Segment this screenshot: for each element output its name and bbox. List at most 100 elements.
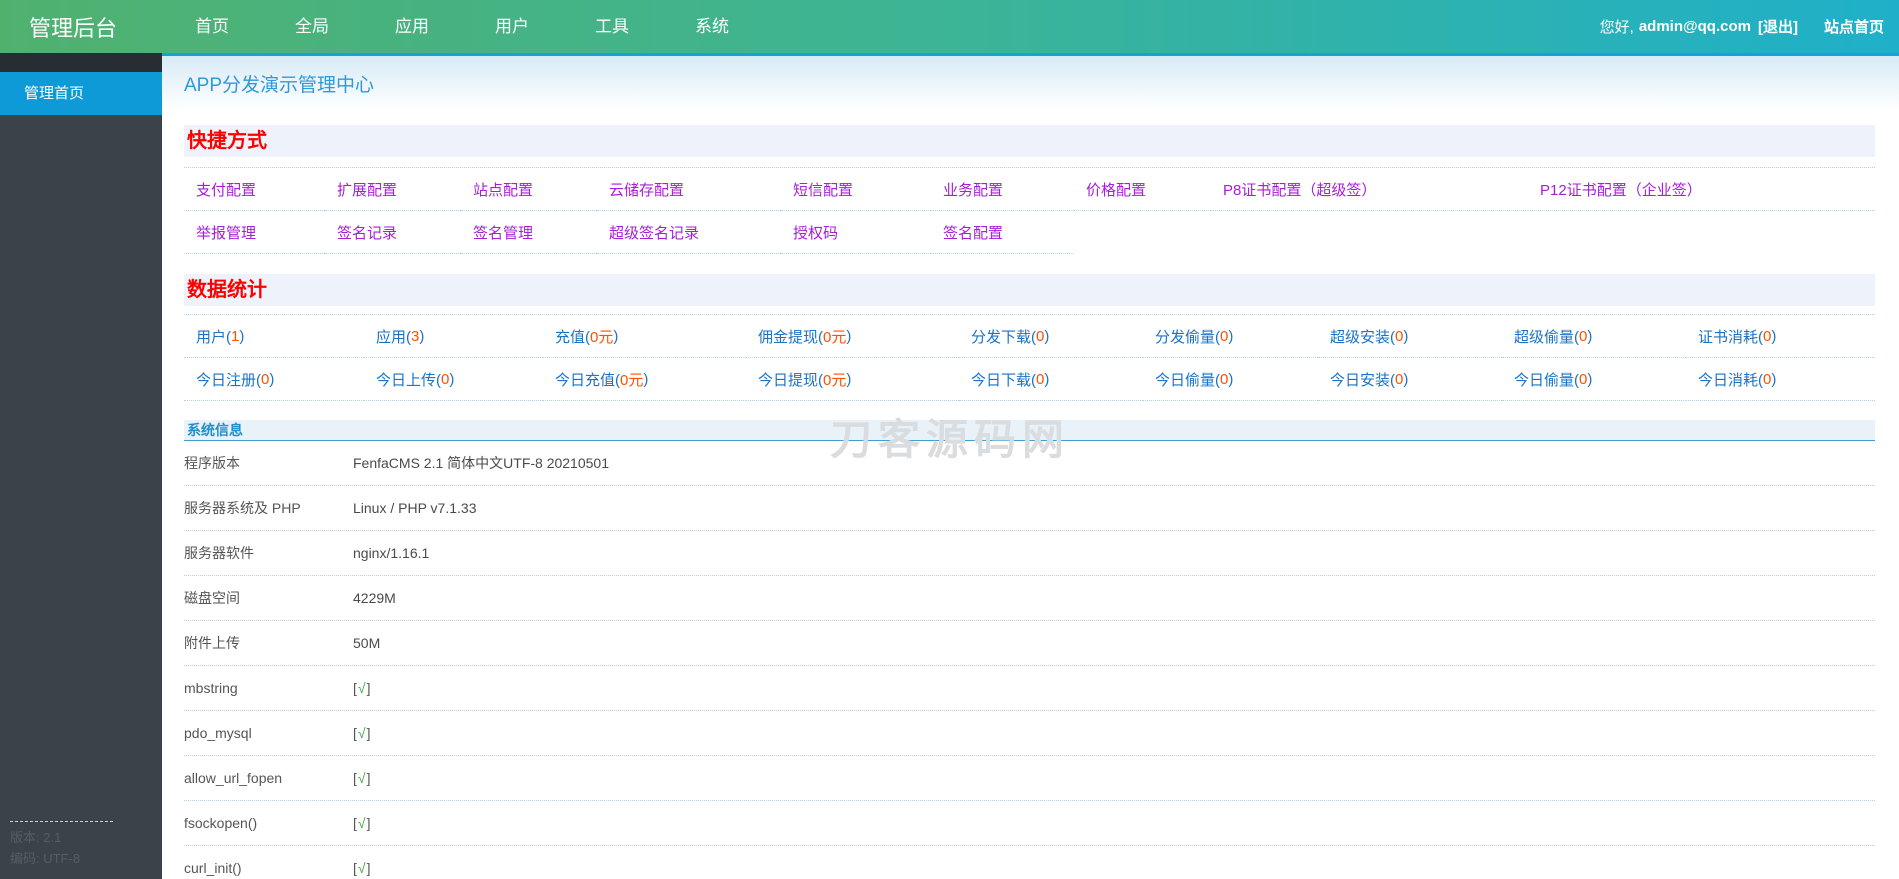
shortcut-link[interactable]: 签名记录 — [337, 222, 397, 243]
stat-label: 用户( — [196, 328, 231, 346]
stat-label: 充值( — [555, 328, 590, 346]
logout-link[interactable]: [退出] — [1758, 16, 1798, 37]
shortcut-cell: 站点配置 — [461, 168, 597, 211]
shortcut-link[interactable]: 云储存配置 — [609, 179, 684, 200]
check-bracket-close: ] — [366, 680, 371, 696]
shortcut-link[interactable]: 举报管理 — [196, 222, 256, 243]
stat-cell: 今日注册(0) — [184, 358, 364, 401]
shortcut-cell: 云储存配置 — [597, 168, 781, 211]
stat-label: 分发下载( — [971, 328, 1036, 346]
shortcut-link[interactable]: 支付配置 — [196, 179, 256, 200]
system-info-row: 附件上传 50M — [184, 621, 1875, 666]
shortcut-cell: P8证书配置（超级签） — [1211, 168, 1528, 211]
stat-label: 今日偷量( — [1514, 371, 1579, 389]
stat-label: 超级偷量( — [1514, 328, 1579, 346]
sidebar-item-admin-home[interactable]: 管理首页 — [0, 72, 162, 115]
stat-close-paren: ) — [419, 327, 425, 345]
stat-value: 0 — [1763, 327, 1772, 345]
shortcut-cell: 签名记录 — [325, 211, 461, 254]
stats-rows: 用户(1) 应用(3) 充值(0元) 佣金提现(0元) 分发下载(0) 分发偷量(0) 超级… — [184, 314, 1875, 401]
system-info-row: allow_url_fopen [√] — [184, 756, 1875, 801]
sidebar-footer: 版本: 2.1 编码: UTF-8 — [10, 821, 152, 869]
stat-value: 1 — [231, 327, 240, 345]
stat-label: 分发偷量( — [1155, 328, 1220, 346]
system-info-label: 附件上传 — [184, 635, 240, 651]
system-info-row: fsockopen() [√] — [184, 801, 1875, 846]
stat-close-paren: ) — [1403, 370, 1409, 388]
shortcuts-rows: 支付配置 扩展配置 站点配置 云储存配置 短信配置 业务配置 价格配置 P8证书配置（超级签）… — [184, 167, 1875, 254]
row-filler — [1074, 211, 1875, 254]
page-header: APP分发演示管理中心 — [162, 56, 1899, 110]
stat-cell: 今日安装(0) — [1318, 358, 1502, 401]
stat-cell: 应用(3) — [364, 315, 543, 358]
stat-cell: 超级安装(0) — [1318, 315, 1502, 358]
stat-close-paren: ) — [449, 370, 455, 388]
system-info-row: 服务器系统及 PHP Linux / PHP v7.1.33 — [184, 486, 1875, 531]
shortcut-link[interactable]: 扩展配置 — [337, 179, 397, 200]
system-info-label: mbstring — [184, 680, 238, 696]
shortcut-link[interactable]: 超级签名记录 — [609, 222, 699, 243]
stat-close-paren: ) — [1044, 370, 1050, 388]
stat-cell: 超级偷量(0) — [1502, 315, 1686, 358]
shortcut-link[interactable]: P8证书配置（超级签） — [1223, 179, 1376, 200]
system-info-row: pdo_mysql [√] — [184, 711, 1875, 756]
system-info-label: 磁盘空间 — [184, 590, 240, 606]
check-bracket-close: ] — [366, 860, 371, 876]
shortcut-link[interactable]: 短信配置 — [793, 179, 853, 200]
nav-item-1[interactable]: 首页 — [162, 0, 262, 53]
stat-value: 0 — [1036, 327, 1045, 345]
stat-close-paren: ) — [846, 370, 852, 388]
stat-label: 应用( — [376, 328, 411, 346]
system-info-row: curl_init() [√] — [184, 846, 1875, 879]
stat-close-paren: ) — [269, 370, 275, 388]
stat-label: 今日安装( — [1330, 371, 1395, 389]
stat-cell: 用户(1) — [184, 315, 364, 358]
nav-item-4[interactable]: 用户 — [462, 0, 562, 53]
shortcut-link[interactable]: 授权码 — [793, 222, 838, 243]
stat-close-paren: ) — [1771, 370, 1777, 388]
stat-value: 0 — [1395, 370, 1404, 388]
stat-cell: 今日消耗(0) — [1686, 358, 1875, 401]
stat-cell: 今日偷量(0) — [1143, 358, 1318, 401]
system-info-value: [√] — [353, 815, 370, 831]
stat-label: 佣金提现( — [758, 328, 823, 346]
site-home-link[interactable]: 站点首页 — [1824, 16, 1884, 37]
shortcut-link[interactable]: 站点配置 — [473, 179, 533, 200]
shortcut-link[interactable]: 签名管理 — [473, 222, 533, 243]
page-title: APP分发演示管理中心 — [184, 74, 375, 96]
shortcut-link[interactable]: 业务配置 — [943, 179, 1003, 200]
nav-item-5[interactable]: 工具 — [562, 0, 662, 53]
stat-close-paren: ) — [239, 327, 245, 345]
stat-label: 超级安装( — [1330, 328, 1395, 346]
stat-close-paren: ) — [1044, 327, 1050, 345]
nav-item-3[interactable]: 应用 — [362, 0, 462, 53]
stat-value: 0 — [1579, 370, 1588, 388]
stat-cell: 今日充值(0元) — [543, 358, 746, 401]
system-info-value: [√] — [353, 680, 370, 696]
shortcut-cell: 扩展配置 — [325, 168, 461, 211]
shortcut-link[interactable]: 签名配置 — [943, 222, 1003, 243]
app-brand[interactable]: 管理后台 — [0, 11, 162, 43]
stat-value: 0 — [441, 370, 450, 388]
shortcuts-row-2: 举报管理 签名记录 签名管理 超级签名记录 授权码 签名配置 — [184, 211, 1875, 254]
stat-close-paren: ) — [1587, 370, 1593, 388]
system-info-row: mbstring [√] — [184, 666, 1875, 711]
sidebar-footer-divider — [10, 821, 113, 822]
check-bracket-close: ] — [366, 725, 371, 741]
stat-cell: 分发下载(0) — [959, 315, 1143, 358]
nav-item-2[interactable]: 全局 — [262, 0, 362, 53]
shortcut-link[interactable]: 价格配置 — [1086, 179, 1146, 200]
stat-value: 0 — [1579, 327, 1588, 345]
nav-item-6[interactable]: 系统 — [662, 0, 762, 53]
system-info-heading: 系统信息 — [184, 420, 1875, 441]
stat-close-paren: ) — [1771, 327, 1777, 345]
system-info-value: FenfaCMS 2.1 简体中文UTF-8 20210501 — [353, 455, 609, 471]
stat-label: 今日下载( — [971, 371, 1036, 389]
sidebar-version-label: 版本: 2.1 — [10, 830, 62, 845]
stat-value: 0 — [1220, 327, 1229, 345]
stat-label: 今日消耗( — [1698, 371, 1763, 389]
check-bracket-close: ] — [366, 770, 371, 786]
top-navbar: 管理后台 首页 全局 应用 用户 工具 系统 您好, admin@qq.com [退出] … — [0, 0, 1899, 53]
shortcut-link[interactable]: P12证书配置（企业签） — [1540, 179, 1702, 200]
system-info-label: 程序版本 — [184, 455, 240, 471]
